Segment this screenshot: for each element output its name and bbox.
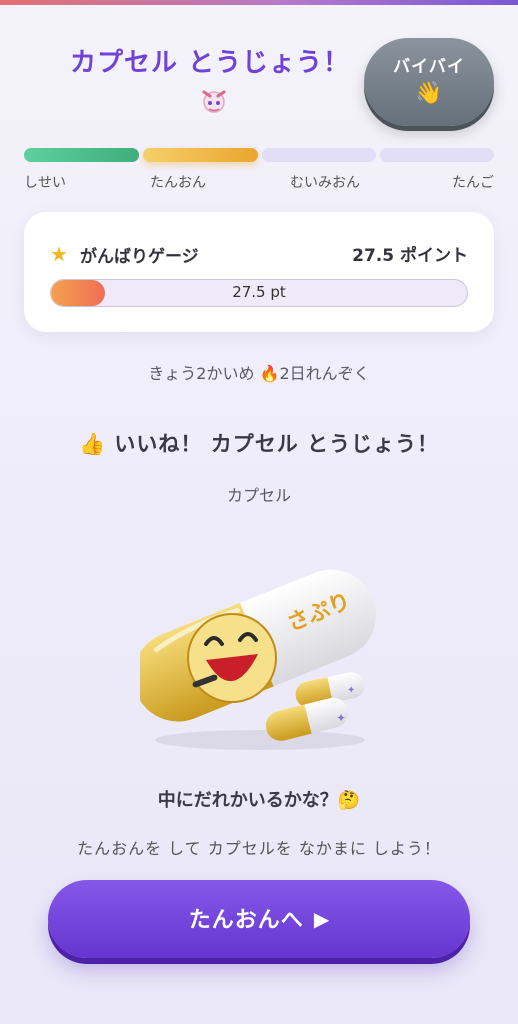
play-arrow-icon: ▶: [313, 907, 330, 931]
streak-count-text: きょう2かいめ: [148, 364, 260, 383]
star-icon: ★: [50, 242, 68, 266]
result-message: 👍 いいね！ カプセル とうじょう！: [0, 428, 518, 458]
bye-button-label: バイバイ: [393, 57, 465, 77]
result-text: いいね！ カプセル とうじょう！: [114, 432, 440, 456]
step-progress: しせい たんおん むいみおん たんご: [24, 148, 494, 192]
step-label-muimion: むいみおん: [290, 175, 360, 191]
go-to-tanon-button[interactable]: たんおんへ ▶: [48, 880, 470, 958]
gauge-bar-text: 27.5 pt: [232, 283, 286, 301]
capsule-name: カプセル: [226, 486, 291, 505]
question-text: 中にだれかいるかな？🤔: [157, 790, 361, 811]
streak-text: きょう2かいめ 🔥2日れんぞく: [0, 360, 518, 384]
hint-text: たんおんを して カプセルを なかまに しよう！: [77, 839, 441, 858]
gauge-points: 27.5 ポイント: [352, 246, 468, 266]
fire-icon: 🔥: [259, 364, 280, 383]
step-label-tango: たんご: [452, 175, 494, 191]
top-accent-line: [0, 0, 518, 5]
go-button-label: たんおんへ: [188, 908, 304, 933]
capsule-character-image: さぷり ✦ ✦: [140, 569, 377, 750]
step-bar-muimion: [262, 148, 376, 162]
gauge-title: がんばりゲージ: [80, 247, 199, 267]
gauge-bar: 27.5 pt: [50, 279, 468, 307]
step-label-shisei: しせい: [24, 175, 66, 191]
svg-text:✦: ✦: [347, 685, 355, 696]
streak-days-text: 2日れんぞく: [279, 364, 370, 383]
gauge-card: ★ がんばりゲージ 27.5 ポイント 27.5 pt: [24, 212, 494, 332]
svg-text:✦: ✦: [336, 711, 346, 725]
waving-hand-icon: 👋: [415, 81, 443, 106]
step-label-tanon: たんおん: [150, 175, 206, 191]
step-bar-tango: [380, 148, 494, 162]
thumbs-up-icon: 👍: [78, 432, 107, 456]
bye-button[interactable]: バイバイ 👋: [364, 38, 494, 126]
step-bar-tanon: [143, 148, 258, 162]
step-bar-shisei: [24, 148, 139, 162]
page-title: カプセル とうじょう！: [69, 48, 351, 78]
sparkle-decoration-icon: [202, 90, 226, 113]
